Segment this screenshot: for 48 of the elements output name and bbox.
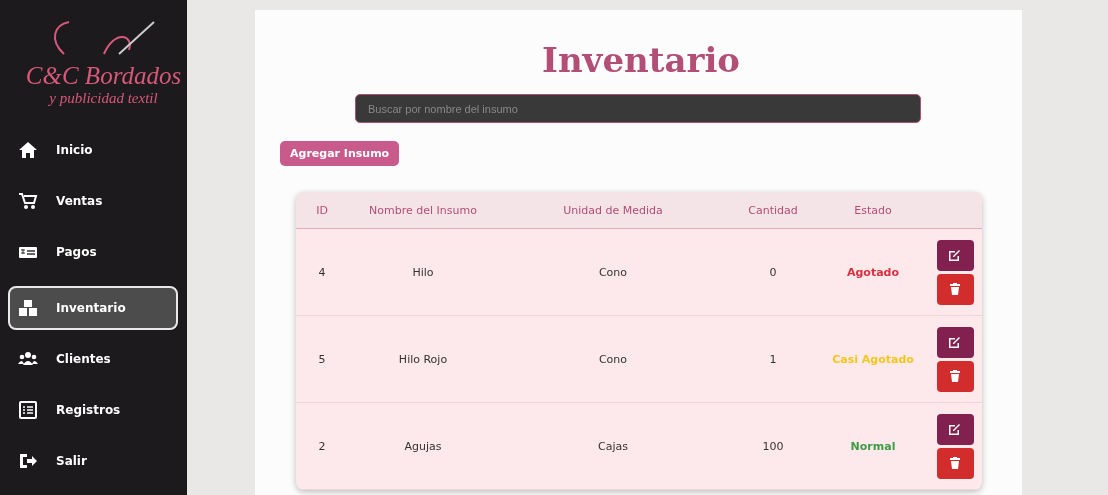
sidebar-item[interactable]: Salir — [8, 443, 178, 478]
delete-button[interactable] — [936, 360, 974, 392]
table-cell-text: Cono — [597, 352, 629, 366]
table-cell-text: 1 — [768, 352, 778, 366]
table-cell-text: 4 — [317, 265, 327, 279]
edit-icon — [948, 335, 962, 349]
column-header: Nombre del Insumo — [368, 203, 478, 217]
edit-button[interactable] — [936, 413, 974, 445]
column-header: Cantidad — [747, 203, 799, 217]
status-text: Normal — [849, 439, 897, 453]
add-supply-button[interactable]: Agregar Insumo — [280, 141, 400, 166]
list-icon — [18, 399, 38, 420]
edit-icon — [948, 248, 962, 262]
cart-icon — [18, 191, 38, 212]
table-cell-text: Hilo Rojo — [397, 352, 449, 366]
boxes-icon — [18, 297, 38, 318]
column-header: ID — [315, 203, 329, 217]
logo-title: C&C Bordados — [25, 62, 182, 90]
sidebar-item[interactable]: Inicio — [8, 133, 178, 168]
trash-icon — [948, 456, 962, 470]
column-header: Unidad de Medida — [562, 203, 664, 217]
table-cell-text: 5 — [317, 352, 327, 366]
trash-icon — [948, 282, 962, 296]
logo-subtitle: y publicidad textil — [49, 90, 158, 107]
table-cell-text: Cono — [597, 265, 629, 279]
sidebar-item[interactable]: Ventas — [8, 184, 178, 219]
sidebar-item[interactable]: Clientes — [8, 341, 178, 376]
status-text: Casi Agotado — [831, 352, 915, 366]
edit-button[interactable] — [936, 326, 974, 358]
page-title: Inventario — [541, 40, 740, 80]
edit-icon — [948, 422, 962, 436]
table-cell-text: 0 — [768, 265, 778, 279]
column-header: Estado — [853, 203, 893, 217]
sidebar-item[interactable]: Inventario — [8, 286, 178, 330]
table-cell-text: Hilo — [411, 265, 435, 279]
edit-button[interactable] — [936, 239, 974, 271]
sidebar-item[interactable]: Registros — [8, 392, 178, 427]
home-icon — [18, 140, 38, 161]
table-cell-text: Agujas — [403, 439, 443, 453]
search-field[interactable]: Buscar por nombre del insumo — [355, 94, 921, 123]
table-cell-text: Cajas — [597, 439, 629, 453]
status-text: Agotado — [845, 265, 901, 279]
delete-button[interactable] — [936, 273, 974, 305]
delete-button[interactable] — [936, 447, 974, 479]
sidebar-item[interactable]: Pagos — [8, 235, 178, 270]
table-cell-text: 2 — [317, 439, 327, 453]
trash-icon — [948, 369, 962, 383]
table-cell-text: 100 — [761, 439, 785, 453]
